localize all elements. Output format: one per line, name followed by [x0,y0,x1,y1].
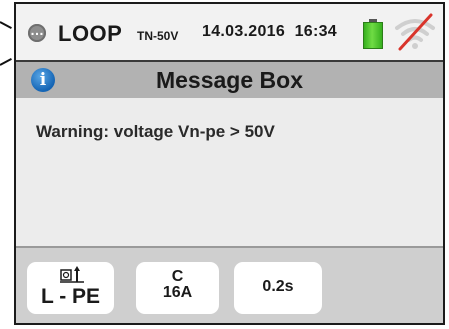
title-bar: i Message Box [16,62,443,98]
instrument-screen: LOOP TN-50V 14.03.2016 16:34 i Message B… [14,2,445,325]
socket-probe-icon [60,266,84,283]
status-bar: LOOP TN-50V 14.03.2016 16:34 [16,4,443,62]
warning-message: Warning: voltage Vn-pe > 50V [36,122,275,141]
mode-label: L - PE [40,285,101,308]
protection-button[interactable]: C 16A [136,262,219,314]
current-label: 16A [162,284,193,301]
pointer-line [0,21,12,29]
wifi-disabled-icon [395,13,435,51]
pointer-line [0,58,12,66]
dialog-title: Message Box [155,67,303,93]
status-dot-icon [28,21,46,42]
time: 16:34 [294,23,337,40]
function-subtype: TN-50V [137,29,179,43]
trip-time-button[interactable]: 0.2s [234,262,322,314]
date-time: 14.03.2016 16:34 [202,23,337,41]
battery-icon [363,19,383,49]
date: 14.03.2016 [202,23,286,40]
trip-time-label: 0.2s [262,278,294,295]
parameter-bar: L - PE C 16A 0.2s [16,246,443,323]
message-area: Warning: voltage Vn-pe > 50V [16,98,443,246]
function-name: LOOP [58,21,123,46]
mode-button[interactable]: L - PE [27,262,114,314]
